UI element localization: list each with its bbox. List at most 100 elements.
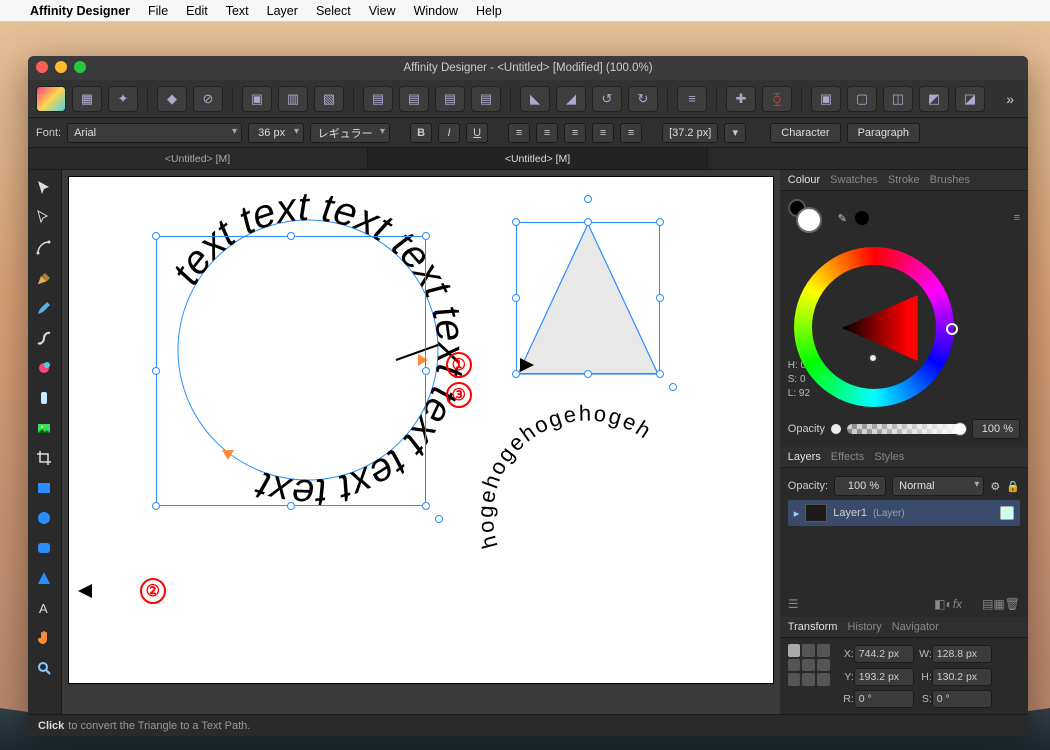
zoom-window-icon[interactable] [74, 61, 86, 73]
tab-swatches[interactable]: Swatches [830, 174, 878, 186]
lock-icon[interactable]: 🔒 [1006, 480, 1020, 493]
italic-button[interactable]: I [438, 123, 460, 143]
transform-h[interactable]: 130.2 px [932, 668, 992, 686]
add-pixel-layer-icon[interactable]: ▦ [993, 597, 1004, 611]
adjustment-icon[interactable]: ◐ [945, 597, 952, 611]
boolean-xor-button[interactable]: ◩ [919, 86, 949, 112]
opacity-slider[interactable] [847, 424, 966, 434]
font-weight-select[interactable]: レギュラー [310, 123, 390, 143]
toolbar-overflow-icon[interactable]: » [1000, 91, 1020, 107]
tab-history[interactable]: History [847, 621, 881, 633]
layer-stack-icon[interactable]: ☰ [788, 597, 799, 611]
mac-menubar[interactable]: Affinity Designer File Edit Text Layer S… [0, 0, 1050, 22]
canvas-viewport[interactable]: text text text text text text text text [62, 170, 780, 714]
vector-brush-tool[interactable] [31, 326, 57, 350]
selection-bounds[interactable] [516, 222, 660, 374]
zoom-tool[interactable] [31, 656, 57, 680]
arrange-front-button[interactable]: ▤ [363, 86, 393, 112]
triangle-tool[interactable] [31, 566, 57, 590]
align-left-button[interactable]: ≡ [508, 123, 530, 143]
document-tab[interactable]: <Untitled> [M] [28, 148, 368, 169]
leading-value[interactable]: [37.2 px] [662, 123, 718, 143]
blend-mode-select[interactable]: Normal [892, 476, 984, 496]
fx-icon[interactable]: fx [953, 597, 962, 611]
pencil-tool[interactable] [31, 296, 57, 320]
toolbar-btn[interactable]: ⊘ [193, 86, 223, 112]
minimize-window-icon[interactable] [55, 61, 67, 73]
disclosure-icon[interactable]: ▸ [794, 507, 800, 520]
character-panel-button[interactable]: Character [770, 123, 840, 143]
hue-wheel[interactable] [794, 247, 954, 407]
menu-help[interactable]: Help [476, 4, 502, 18]
tab-navigator[interactable]: Navigator [892, 621, 939, 633]
snap-bounds-button[interactable]: ▣ [242, 86, 272, 112]
persona-pixel-button[interactable]: ▦ [72, 86, 102, 112]
menu-text[interactable]: Text [226, 4, 249, 18]
place-image-tool[interactable] [31, 416, 57, 440]
transform-w[interactable]: 128.8 px [932, 645, 992, 663]
ellipse-tool[interactable] [31, 506, 57, 530]
transform-r[interactable]: 0 ° [854, 690, 914, 708]
layer-row[interactable]: ▸ Layer1 (Layer) [788, 500, 1020, 526]
tab-colour[interactable]: Colour [788, 174, 820, 186]
flip-h-button[interactable]: ◣ [520, 86, 550, 112]
menu-edit[interactable]: Edit [186, 4, 208, 18]
menu-select[interactable]: Select [316, 4, 351, 18]
boolean-sub-button[interactable]: ▢ [847, 86, 877, 112]
document-tab[interactable]: <Untitled> [M] [368, 148, 708, 169]
transparency-tool[interactable] [31, 386, 57, 410]
underline-button[interactable]: U [466, 123, 488, 143]
hue-handle[interactable] [946, 323, 958, 335]
tab-styles[interactable]: Styles [874, 451, 904, 463]
view-pan-tool[interactable] [31, 626, 57, 650]
font-size-select[interactable]: 36 px [248, 123, 304, 143]
corner-tool[interactable] [31, 236, 57, 260]
rounded-rect-tool[interactable] [31, 536, 57, 560]
boolean-add-button[interactable]: ▣ [811, 86, 841, 112]
layer-name[interactable]: Layer1 [833, 507, 867, 519]
canvas[interactable]: text text text text text text text text [68, 176, 774, 684]
menu-window[interactable]: Window [414, 4, 458, 18]
close-window-icon[interactable] [36, 61, 48, 73]
pen-tool[interactable] [31, 266, 57, 290]
arrange-back-button[interactable]: ▤ [471, 86, 501, 112]
align-right-button[interactable]: ≡ [564, 123, 586, 143]
snap-guides-button[interactable]: ▧ [314, 86, 344, 112]
snap-toggle-button[interactable]: ⧲ [762, 86, 792, 112]
tab-transform[interactable]: Transform [788, 621, 838, 633]
rotate-ccw-button[interactable]: ↺ [592, 86, 622, 112]
toolbar-btn[interactable]: ◆ [157, 86, 187, 112]
layer-opacity-value[interactable]: 100 % [834, 476, 886, 496]
mask-icon[interactable]: ◧ [934, 597, 945, 611]
persona-designer-button[interactable] [36, 86, 66, 112]
flip-v-button[interactable]: ◢ [556, 86, 586, 112]
titlebar[interactable]: Affinity Designer - <Untitled> [Modified… [28, 56, 1028, 80]
paragraph-panel-button[interactable]: Paragraph [847, 123, 920, 143]
align-button[interactable]: ≡ [677, 86, 707, 112]
arrange-forward-button[interactable]: ▤ [399, 86, 429, 112]
visibility-toggle[interactable] [1000, 506, 1014, 520]
align-center-button[interactable]: ≡ [536, 123, 558, 143]
transform-s[interactable]: 0 ° [932, 690, 992, 708]
rectangle-tool[interactable] [31, 476, 57, 500]
eyedropper-icon[interactable]: ✎ [838, 212, 847, 225]
artistic-text-tool[interactable]: A [31, 596, 57, 620]
font-family-select[interactable]: Arial [67, 123, 242, 143]
crosshair-button[interactable]: ✚ [726, 86, 756, 112]
persona-export-button[interactable]: ✦ [108, 86, 138, 112]
arc-text-object[interactable]: hogehogehogehogeh [458, 386, 718, 586]
tab-layers[interactable]: Layers [788, 451, 821, 463]
selection-bounds[interactable] [156, 236, 426, 506]
boolean-div-button[interactable]: ◪ [955, 86, 985, 112]
fill-tool[interactable] [31, 356, 57, 380]
transform-x[interactable]: 744.2 px [854, 645, 914, 663]
anchor-grid[interactable] [788, 644, 830, 686]
tab-effects[interactable]: Effects [831, 451, 864, 463]
node-tool[interactable] [31, 206, 57, 230]
crop-tool[interactable] [31, 446, 57, 470]
opacity-value[interactable]: 100 % [972, 419, 1020, 439]
transform-y[interactable]: 193.2 px [854, 668, 914, 686]
saturation-value-triangle[interactable] [842, 295, 918, 361]
tab-stroke[interactable]: Stroke [888, 174, 920, 186]
menu-layer[interactable]: Layer [267, 4, 298, 18]
